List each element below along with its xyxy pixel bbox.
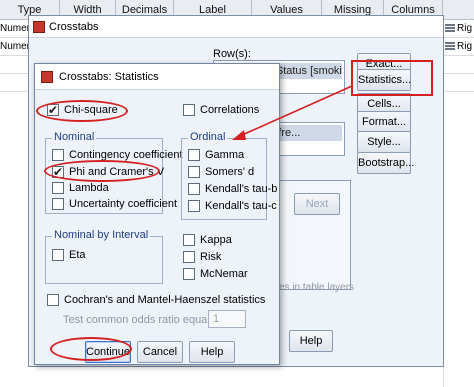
ordinal-group: Ordinal Gamma Somers' d Kendall's tau-b … (181, 131, 277, 220)
align-icon (445, 24, 455, 33)
align-icon (445, 42, 455, 51)
crosstabs-title: Crosstabs (49, 21, 99, 33)
kappa-checkbox[interactable]: Kappa (183, 232, 263, 248)
crosstabs-titlebar[interactable]: Crosstabs (29, 16, 443, 38)
kendalls-tau-b-checkbox[interactable]: Kendall's tau-b (188, 181, 277, 197)
lambda-checkbox[interactable]: Lambda (52, 180, 162, 196)
statistics-titlebar[interactable]: Crosstabs: Statistics (35, 64, 279, 90)
cancel-button[interactable]: Cancel (137, 341, 183, 363)
nominal-by-interval-title: Nominal by Interval (52, 229, 151, 241)
bootstrap-button[interactable]: Bootstrap... (357, 152, 414, 174)
somers-d-checkbox[interactable]: Somers' d (188, 164, 266, 180)
cell-align[interactable]: Rig (443, 20, 474, 38)
nominal-by-interval-group: Nominal by Interval Eta (45, 229, 163, 284)
annotation-statistics-highlight (351, 60, 433, 96)
app-icon (33, 21, 45, 33)
annotation-chi-square-circle (36, 100, 128, 122)
mcnemar-checkbox[interactable]: McNemar (183, 266, 263, 282)
ordinal-title: Ordinal (188, 131, 228, 143)
odds-ratio-input[interactable]: 1 (208, 310, 246, 328)
layer-text: es in table layers (279, 282, 355, 293)
crosstabs-help-button[interactable]: Help (289, 330, 333, 352)
nominal-title: Nominal (52, 131, 97, 143)
risk-checkbox[interactable]: Risk (183, 249, 263, 265)
annotation-continue-circle (50, 337, 132, 361)
statistics-title: Crosstabs: Statistics (59, 71, 159, 83)
next-button[interactable]: Next (294, 193, 340, 215)
gamma-checkbox[interactable]: Gamma (188, 147, 266, 163)
app-icon (41, 71, 53, 83)
eta-checkbox[interactable]: Eta (52, 247, 132, 263)
odds-ratio-label: Test common odds ratio equals: (63, 314, 219, 326)
format-button[interactable]: Format... (357, 111, 411, 133)
cell-align[interactable]: Rig (443, 38, 474, 56)
correlations-checkbox[interactable]: Correlations (183, 102, 273, 118)
help-button[interactable]: Help (189, 341, 235, 363)
odds-ratio-label-row: Test common odds ratio equals: (47, 312, 218, 328)
uncertainty-coefficient-checkbox[interactable]: Uncertainty coefficient (52, 196, 177, 212)
layer-box: Next (279, 180, 351, 290)
style-button[interactable]: Style... (357, 131, 411, 153)
annotation-phi-circle (44, 160, 160, 182)
rows-label: Row(s): (213, 48, 251, 60)
cochran-mantel-haenszel-checkbox[interactable]: Cochran's and Mantel-Haenszel statistics (47, 292, 273, 308)
correlations-label: Correlations (200, 104, 260, 116)
kendalls-tau-c-checkbox[interactable]: Kendall's tau-c (188, 198, 277, 214)
